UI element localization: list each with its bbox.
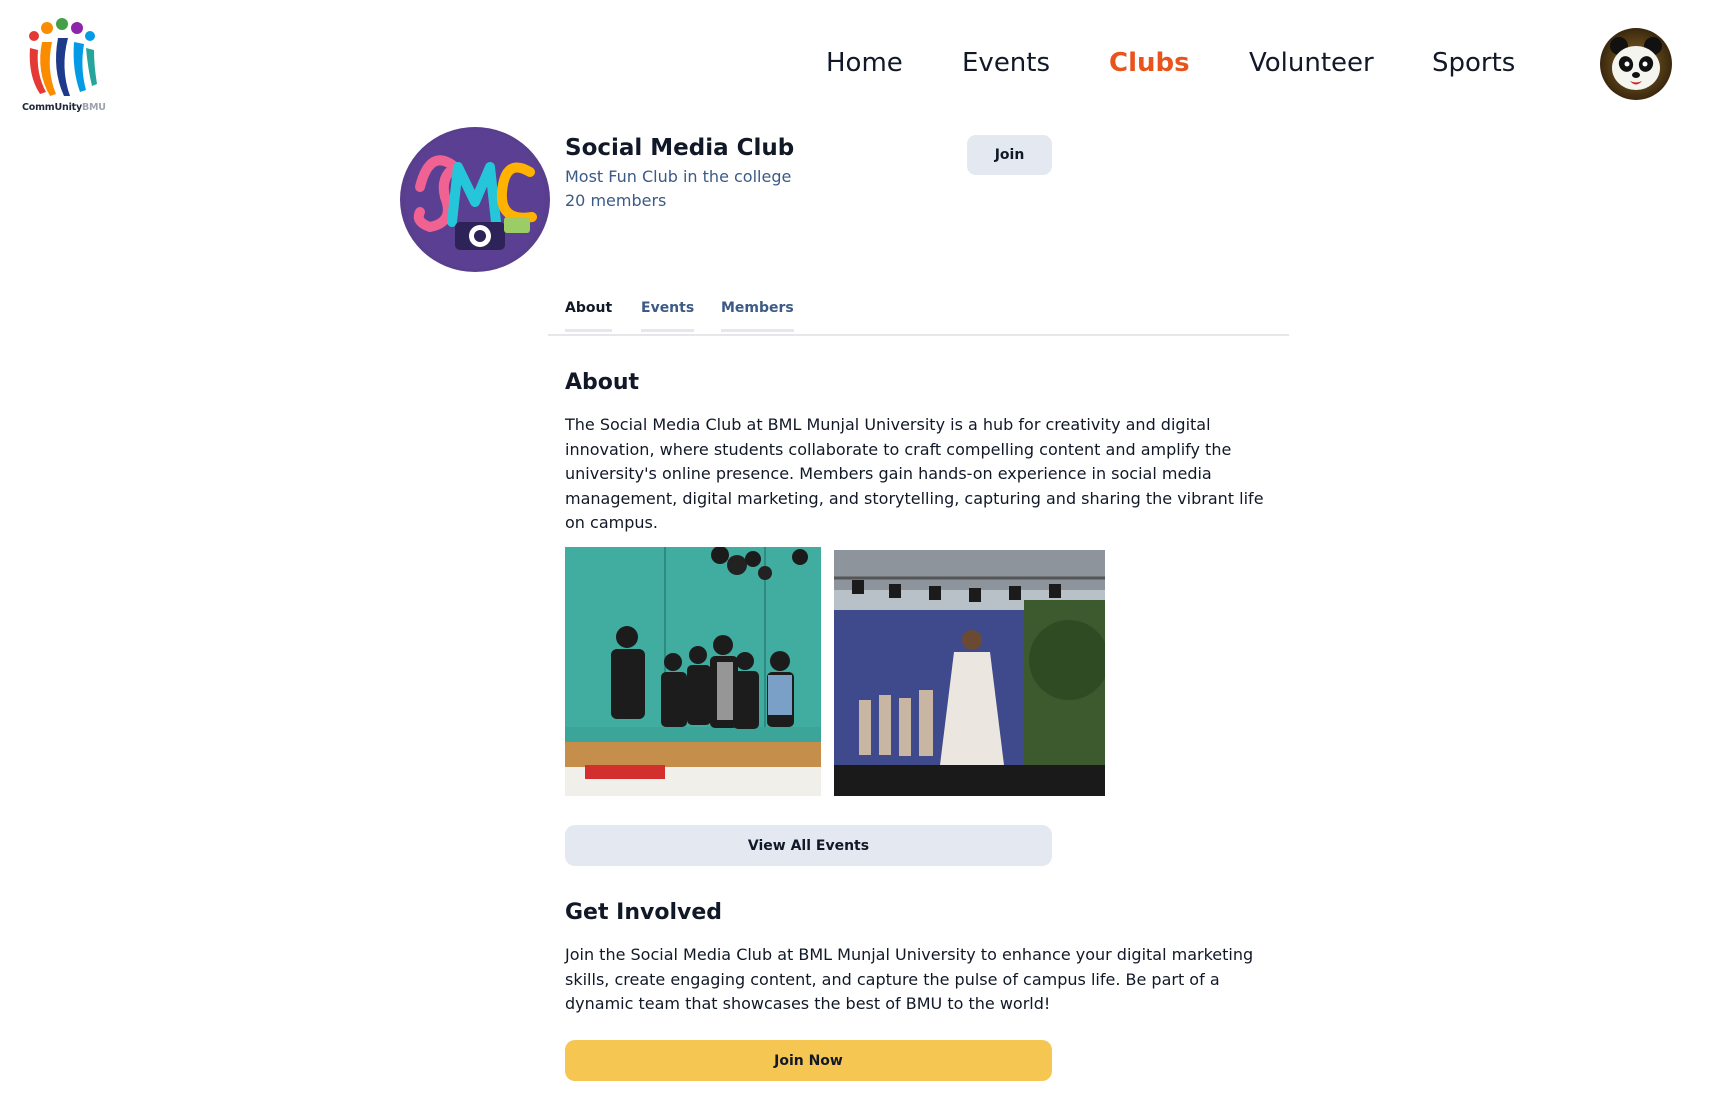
join-button[interactable]: Join — [967, 135, 1052, 175]
stage-photo-image — [834, 550, 1105, 796]
panda-avatar-icon — [1600, 28, 1672, 100]
top-nav: Home Events Clubs Volunteer Sports — [0, 48, 1728, 88]
group-photo-image — [565, 547, 821, 796]
club-photo-group — [565, 547, 821, 796]
tab-about[interactable]: About — [565, 300, 613, 332]
club-name: Social Media Club — [565, 135, 795, 161]
tab-members[interactable]: Members — [721, 300, 794, 332]
get-involved-title: Get Involved — [565, 900, 723, 925]
about-text: The Social Media Club at BML Munjal Univ… — [565, 415, 1264, 532]
nav-volunteer[interactable]: Volunteer — [1249, 48, 1374, 78]
view-all-events-button[interactable]: View All Events — [565, 825, 1052, 866]
nav-clubs[interactable]: Clubs — [1109, 48, 1190, 78]
smc-logo-icon — [400, 127, 550, 272]
club-logo — [400, 127, 550, 272]
nav-sports[interactable]: Sports — [1432, 48, 1515, 78]
user-avatar[interactable] — [1600, 28, 1672, 100]
join-now-button[interactable]: Join Now — [565, 1040, 1052, 1081]
tab-events[interactable]: Events — [641, 300, 695, 332]
nav-events[interactable]: Events — [962, 48, 1050, 78]
logo-text: CommUnityBMU — [22, 102, 106, 113]
club-tagline: Most Fun Club in the college — [565, 167, 792, 186]
get-involved-text: Join the Social Media Club at BML Munjal… — [565, 945, 1254, 1013]
club-photo-stage — [834, 550, 1105, 796]
club-tabs: About Events Members — [548, 296, 1289, 336]
club-member-count: 20 members — [565, 191, 667, 210]
about-title: About — [565, 370, 640, 395]
nav-home[interactable]: Home — [826, 48, 903, 78]
